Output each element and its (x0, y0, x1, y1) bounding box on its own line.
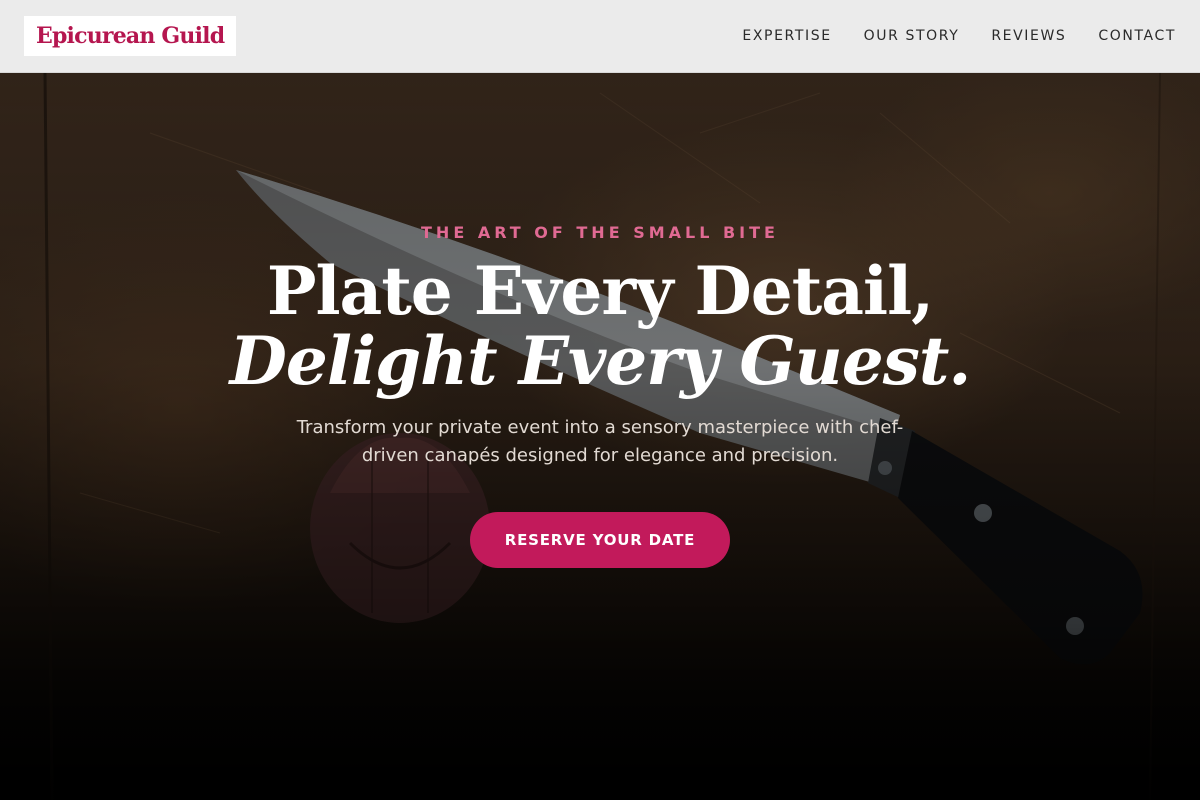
hero-eyebrow: THE ART OF THE SMALL BITE (421, 223, 779, 242)
hero-headline: Plate Every Detail, Delight Every Guest. (229, 252, 972, 400)
main-nav: EXPERTISE OUR STORY REVIEWS CONTACT (710, 28, 1176, 44)
nav-link-reviews[interactable]: REVIEWS (991, 28, 1066, 44)
nav-link-contact[interactable]: CONTACT (1098, 28, 1176, 44)
site-logo[interactable]: Epicurean Guild (24, 16, 237, 56)
nav-link-expertise[interactable]: EXPERTISE (742, 28, 831, 44)
hero-headline-line2: Delight Every Guest. (229, 322, 972, 400)
site-header: Epicurean Guild EXPERTISE OUR STORY REVI… (0, 0, 1200, 73)
hero-content: THE ART OF THE SMALL BITE Plate Every De… (0, 73, 1200, 568)
hero-section: THE ART OF THE SMALL BITE Plate Every De… (0, 73, 1200, 800)
hero-subtext: Transform your private event into a sens… (296, 417, 904, 466)
nav-link-our-story[interactable]: OUR STORY (864, 28, 960, 44)
hero-headline-line1: Plate Every Detail, (266, 252, 934, 330)
reserve-date-button[interactable]: RESERVE YOUR DATE (470, 512, 730, 568)
